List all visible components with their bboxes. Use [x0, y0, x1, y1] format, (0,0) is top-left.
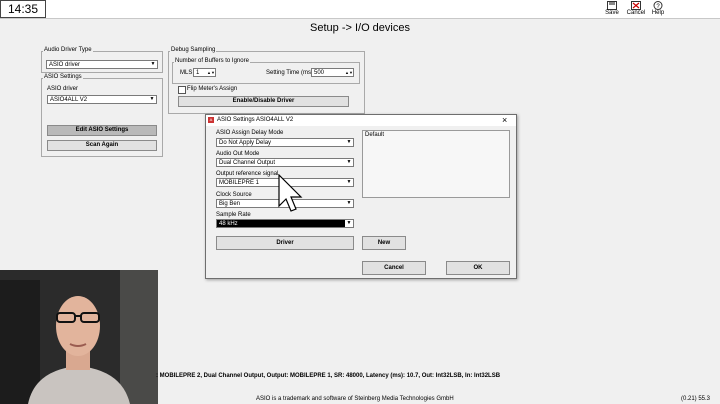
sample-rate-label: Sample Rate [216, 212, 251, 218]
chevron-down-icon: ▼ [149, 96, 155, 102]
setting-time-label: Setting Time (ms) [266, 70, 314, 76]
setting-time-value: 500 [314, 70, 325, 76]
mouse-cursor-icon [278, 174, 303, 212]
webcam-overlay [0, 270, 158, 404]
audio-driver-type-label: Audio Driver Type [43, 47, 93, 53]
clock-source-label: Clock Source [216, 192, 252, 198]
output-reference-value: MOBILEPRE 1 [219, 180, 260, 186]
help-button[interactable]: ? Help [646, 0, 670, 18]
trademark-text: ASIO is a trademark and software of Stei… [256, 396, 454, 402]
spinner-arrows-icon: ▲▼ [345, 70, 353, 75]
preset-list[interactable]: Default [362, 130, 510, 198]
new-button[interactable]: New [362, 236, 406, 250]
help-label: Help [651, 10, 665, 16]
chevron-down-icon: ▼ [346, 200, 352, 206]
output-reference-label: Output reference signal [216, 171, 279, 177]
buffers-group-label: Number of Buffers to Ignore [174, 58, 250, 64]
cancel-label: Cancel [626, 10, 646, 16]
dialog-title: ASIO Settings ASIO4ALL V2 [217, 117, 294, 123]
chevron-down-icon: ▼ [346, 139, 352, 145]
asio-settings-label: ASIO Settings [43, 74, 83, 80]
chevron-down-icon: ▼ [150, 61, 156, 67]
status-line: : MOBILEPRE 2, Dual Channel Output, Outp… [156, 373, 501, 379]
audio-out-mode-value: Dual Channel Output [219, 160, 276, 166]
chevron-down-icon: ▼ [345, 220, 353, 227]
presenter-video-image [0, 270, 158, 404]
enable-disable-driver-button[interactable]: Enable/Disable Driver [178, 96, 349, 107]
sample-rate-select[interactable]: 48 kHz ▼ [216, 219, 354, 228]
cancel-icon [631, 1, 641, 10]
list-item[interactable]: Default [365, 132, 384, 138]
flip-meter-checkbox[interactable] [178, 86, 186, 94]
save-button[interactable]: Save [600, 0, 624, 18]
sample-rate-value: 48 kHz [219, 221, 238, 227]
clock-source-value: Big Ben [219, 201, 241, 207]
scan-again-button[interactable]: Scan Again [47, 140, 157, 151]
audio-driver-type-select[interactable]: ASIO driver ▼ [46, 60, 158, 69]
close-icon[interactable]: × [502, 115, 507, 126]
audio-out-mode-select[interactable]: Dual Channel Output ▼ [216, 158, 354, 167]
debug-sampling-label: Debug Sampling [170, 47, 217, 53]
save-label: Save [605, 10, 619, 16]
asio-driver-value: ASIO4ALL V2 [50, 97, 88, 103]
help-icon: ? [653, 1, 663, 10]
setting-time-spinner[interactable]: 500 ▲▼ [311, 68, 354, 77]
audio-driver-type-value: ASIO driver [49, 62, 81, 68]
page-title: Setup -> I/O devices [310, 22, 410, 34]
assign-delay-select[interactable]: Do Not Apply Delay ▼ [216, 138, 354, 147]
clock: 14:35 [0, 0, 46, 18]
driver-button[interactable]: Driver [216, 236, 354, 250]
dialog-title-bar: A ASIO Settings ASIO4ALL V2 × [206, 115, 516, 126]
asio-driver-label: ASIO driver [47, 86, 79, 92]
mls-spinner[interactable]: 1 ▲▼ [193, 68, 216, 77]
flip-meter-label: Flip Meter's Assign [187, 86, 238, 92]
edit-asio-settings-button[interactable]: Edit ASIO Settings [47, 125, 157, 136]
save-icon [607, 1, 617, 10]
assign-delay-label: ASIO Assign Delay Mode [216, 130, 284, 136]
chevron-down-icon: ▼ [346, 179, 352, 185]
spinner-arrows-icon: ▲▼ [207, 70, 215, 75]
mls-label: MLS [180, 70, 193, 76]
assign-delay-value: Do Not Apply Delay [219, 140, 272, 146]
asio-driver-select[interactable]: ASIO4ALL V2 ▼ [47, 95, 157, 104]
mls-value: 1 [196, 70, 200, 76]
asio-settings-dialog: A ASIO Settings ASIO4ALL V2 × ASIO Assig… [205, 114, 517, 279]
app-icon: A [208, 117, 214, 123]
cancel-button[interactable]: Cancel [624, 0, 648, 18]
chevron-down-icon: ▼ [346, 159, 352, 165]
audio-out-mode-label: Audio Out Mode [216, 151, 260, 157]
version-text: (0.21) 55.3 [681, 396, 711, 402]
dialog-cancel-button[interactable]: Cancel [362, 261, 426, 275]
ok-button[interactable]: OK [446, 261, 510, 275]
